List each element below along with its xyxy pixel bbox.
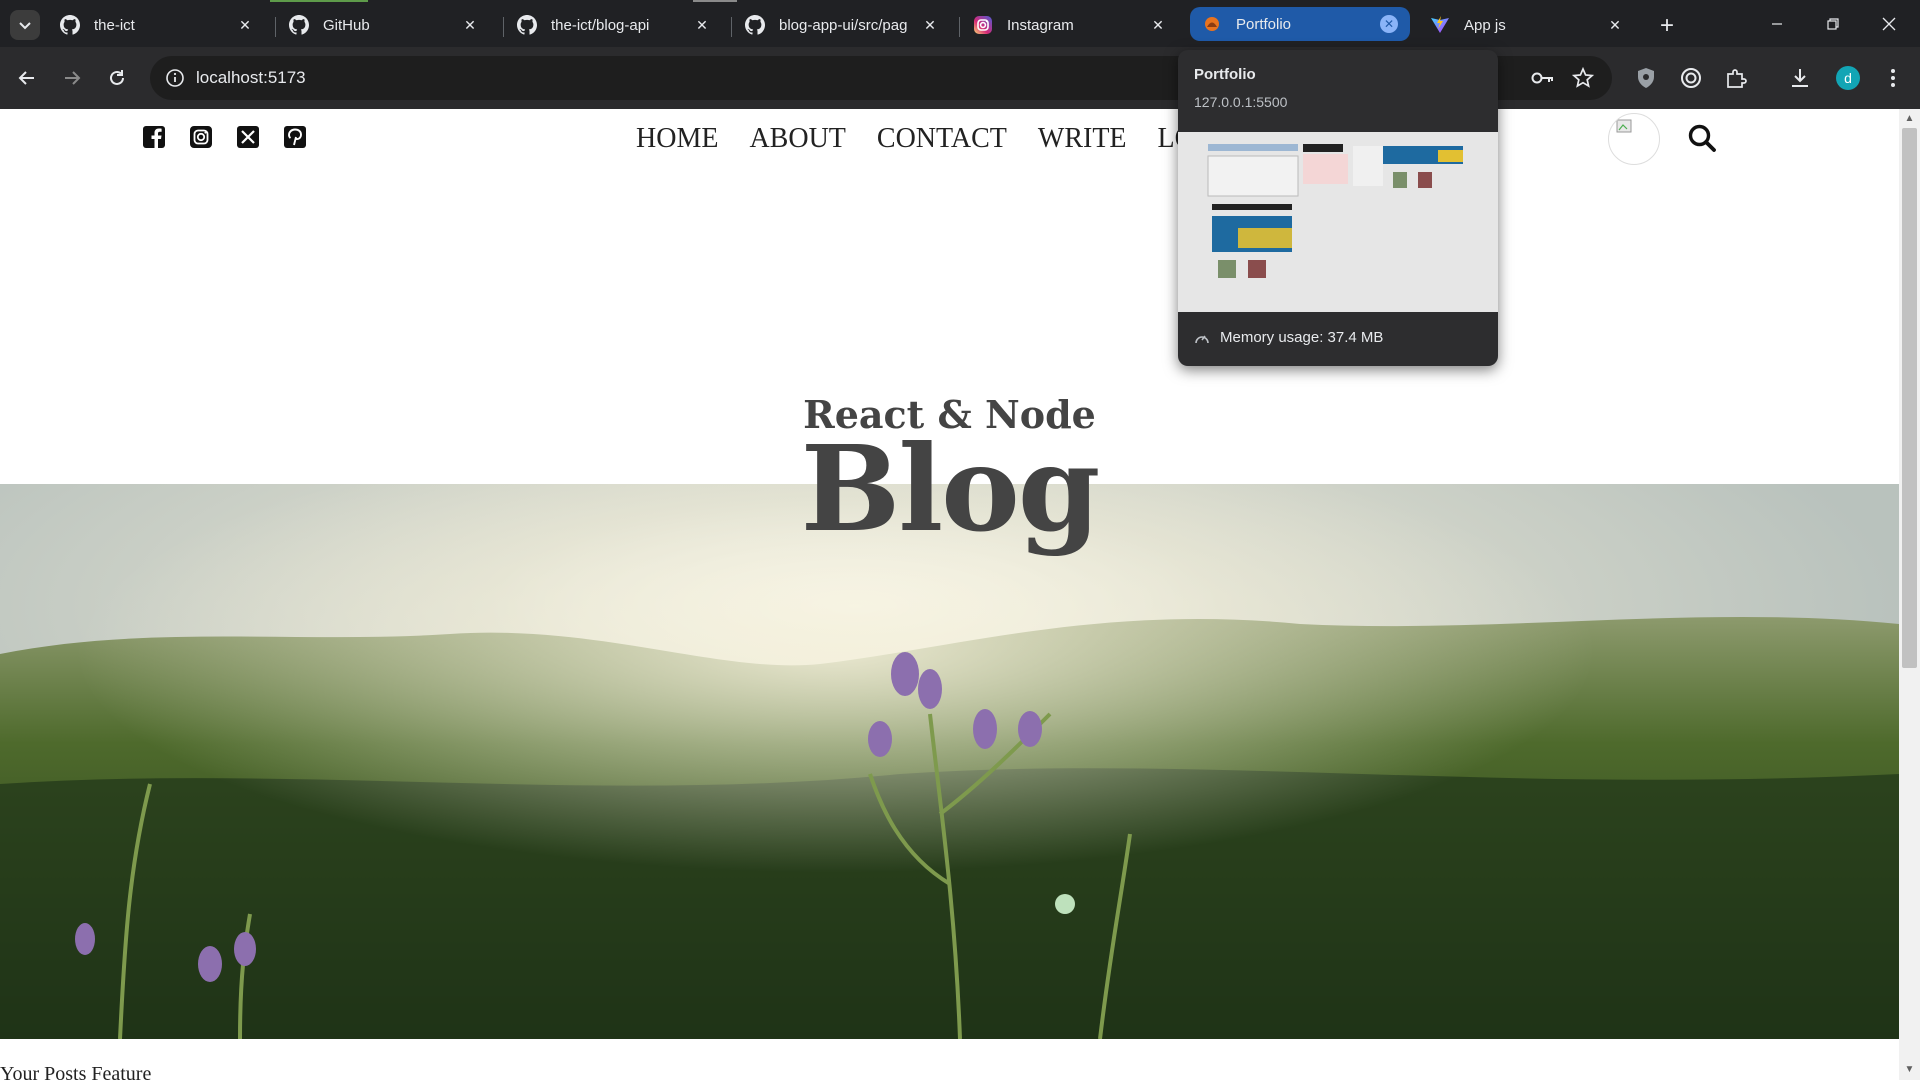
tab-separator: [731, 17, 732, 37]
back-button[interactable]: [10, 61, 44, 95]
scroll-up-arrow[interactable]: ▲: [1903, 113, 1916, 125]
memory-usage: Memory usage: 37.4 MB: [1194, 329, 1383, 346]
close-icon[interactable]: ✕: [459, 14, 481, 36]
tab-title: blog-app-ui/src/pag: [779, 16, 908, 34]
scrollbar-thumb[interactable]: [1902, 128, 1917, 668]
instagram-icon[interactable]: [188, 124, 214, 150]
close-icon[interactable]: ✕: [691, 14, 713, 36]
github-icon: [289, 15, 309, 35]
github-icon: [60, 15, 80, 35]
tab-separator: [959, 17, 960, 37]
close-window-button[interactable]: [1869, 8, 1909, 40]
key-icon: [1531, 72, 1553, 84]
tab-blog-app-ui[interactable]: blog-app-ui/src/pag ✕: [733, 6, 953, 44]
tab-separator: [503, 17, 504, 37]
tab-loading-indicator: [270, 0, 368, 2]
instagram-icon: [973, 15, 993, 35]
tab-github[interactable]: GitHub ✕: [277, 6, 493, 44]
site-info-icon[interactable]: [164, 67, 186, 89]
restore-button[interactable]: [1813, 8, 1853, 40]
tab-title: Instagram: [1007, 16, 1074, 34]
menu-contact[interactable]: CONTACT: [877, 123, 1007, 155]
tab-the-ict[interactable]: the-ict ✕: [48, 6, 268, 44]
site-topbar: HOME ABOUT CONTACT WRITE LOGOUT: [0, 109, 1899, 169]
address-text[interactable]: localhost:5173: [196, 68, 306, 88]
tab-title: GitHub: [323, 16, 370, 34]
extensions-button[interactable]: [1720, 62, 1752, 94]
puzzle-icon: [1727, 69, 1747, 88]
tab-title: the-ict: [94, 16, 135, 34]
downloads-button[interactable]: [1784, 62, 1816, 94]
tab-hover-card: Portfolio 127.0.0.1:5500 Memory usage: 3…: [1178, 50, 1498, 366]
forward-button[interactable]: [55, 61, 89, 95]
menu-about[interactable]: ABOUT: [749, 123, 845, 155]
tab-loading-indicator: [693, 0, 737, 2]
close-icon[interactable]: ✕: [1604, 14, 1626, 36]
tab-separator: [275, 17, 276, 37]
header-image: [0, 484, 1899, 1039]
close-icon[interactable]: ✕: [919, 14, 941, 36]
menu-button[interactable]: [1877, 62, 1909, 94]
tab-preview-thumbnail: [1178, 132, 1498, 312]
tab-strip: the-ict ✕ GitHub ✕ the-ict/blog-api ✕ bl…: [0, 0, 1920, 47]
new-tab-button[interactable]: +: [1652, 11, 1682, 41]
restore-icon: [1827, 18, 1839, 30]
minimize-button[interactable]: [1757, 8, 1797, 40]
user-avatar[interactable]: [1608, 113, 1660, 165]
hover-card-title: Portfolio: [1194, 66, 1256, 83]
extension-target-button[interactable]: [1675, 62, 1707, 94]
star-icon: [1572, 67, 1594, 88]
gauge-icon: [1195, 335, 1209, 343]
close-icon: [1882, 17, 1896, 31]
minimize-icon: [1772, 23, 1782, 25]
menu-write[interactable]: WRITE: [1038, 123, 1127, 155]
broken-image-icon: [1616, 119, 1632, 133]
github-icon: [517, 15, 537, 35]
shield-icon: [1638, 68, 1654, 88]
facebook-icon[interactable]: [141, 124, 167, 150]
reload-button[interactable]: [100, 61, 134, 95]
github-icon: [745, 15, 765, 35]
tab-title: the-ict/blog-api: [551, 16, 650, 34]
close-icon[interactable]: ✕: [1380, 15, 1398, 33]
vite-icon: [1430, 15, 1450, 35]
tab-app-js[interactable]: App js ✕: [1418, 6, 1638, 44]
scroll-down-arrow[interactable]: ▼: [1903, 1064, 1916, 1076]
profile-button[interactable]: d: [1832, 62, 1864, 94]
close-icon[interactable]: ✕: [234, 14, 256, 36]
hover-card-url: 127.0.0.1:5500: [1194, 94, 1288, 110]
arrow-right-icon: [65, 71, 81, 85]
download-icon: [1792, 69, 1808, 87]
memory-usage-text: Memory usage: 37.4 MB: [1220, 329, 1384, 346]
portfolio-icon: [1202, 14, 1222, 34]
arrow-left-icon: [18, 71, 34, 85]
tab-search-button[interactable]: [10, 10, 40, 40]
more-vertical-icon: [1891, 69, 1895, 87]
posts-heading: Your Posts Feature: [0, 1063, 152, 1080]
extension-shield-button[interactable]: [1630, 62, 1662, 94]
page-viewport: HOME ABOUT CONTACT WRITE LOGOUT: [0, 109, 1899, 1080]
password-key-button[interactable]: [1527, 62, 1559, 94]
target-icon: [1681, 68, 1701, 88]
chevron-down-icon: [19, 22, 31, 30]
header-title: Blog: [800, 419, 1101, 558]
search-icon[interactable]: [1687, 123, 1717, 153]
tab-portfolio[interactable]: Portfolio ✕: [1190, 7, 1410, 41]
x-icon[interactable]: [235, 124, 261, 150]
menu-home[interactable]: HOME: [636, 123, 718, 155]
pinterest-icon[interactable]: [282, 124, 308, 150]
close-icon[interactable]: ✕: [1147, 14, 1169, 36]
browser-toolbar: localhost:5173 d: [0, 47, 1920, 109]
tab-title: Portfolio: [1236, 15, 1292, 33]
avatar: d: [1836, 66, 1860, 90]
tab-title: App js: [1464, 16, 1506, 34]
tab-instagram[interactable]: Instagram ✕: [961, 6, 1181, 44]
bookmark-button[interactable]: [1567, 62, 1599, 94]
tab-blog-api[interactable]: the-ict/blog-api ✕: [505, 6, 725, 44]
reload-icon: [110, 70, 124, 85]
